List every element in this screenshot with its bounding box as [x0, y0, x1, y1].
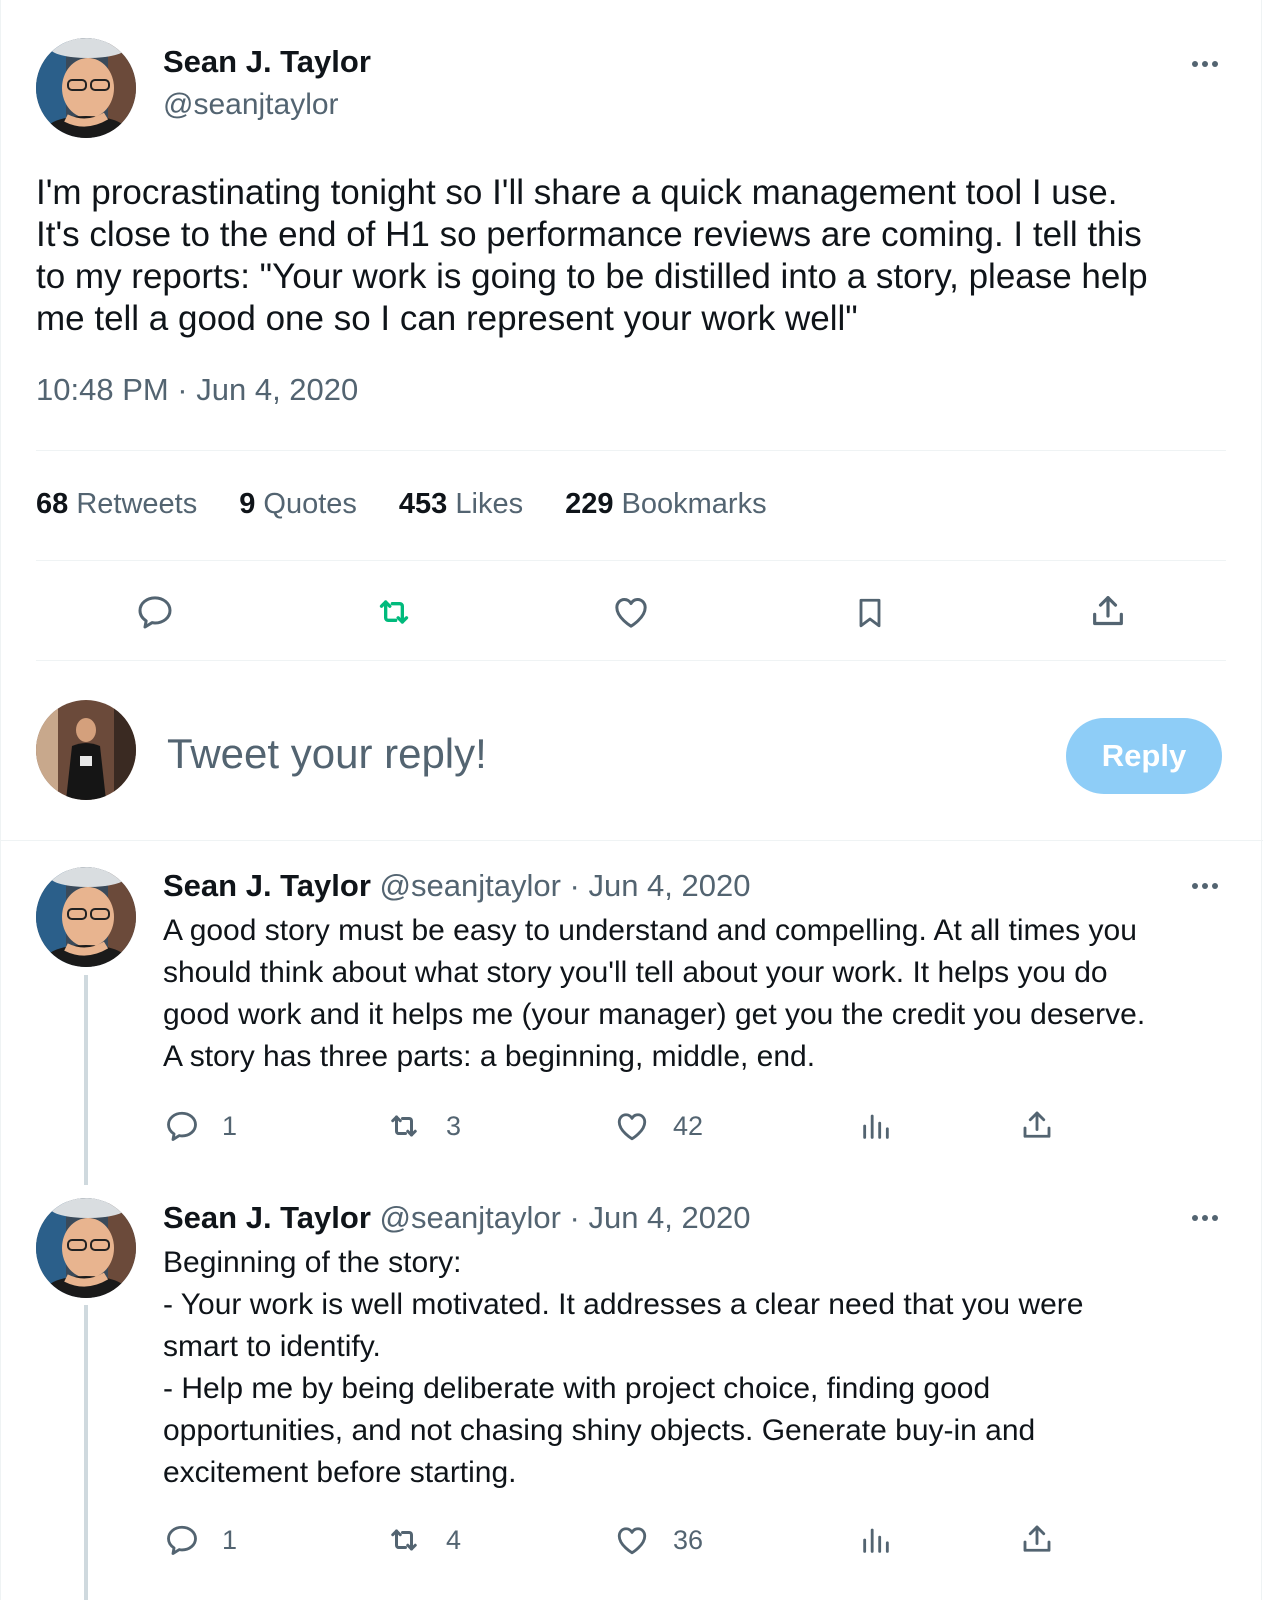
tweet-text: I'm procrastinating tonight so I'll shar…: [36, 173, 1148, 338]
reply-action[interactable]: 1: [164, 1522, 237, 1558]
reply-meta[interactable]: @seanjtaylor · Jun 4, 2020: [380, 868, 751, 903]
share-action[interactable]: [1019, 1106, 1055, 1144]
views-action[interactable]: [859, 1522, 893, 1558]
retweets-label: Retweets: [76, 488, 198, 520]
like-icon: [617, 1113, 647, 1141]
more-options-icon[interactable]: [1187, 876, 1223, 896]
reply-input[interactable]: Tweet your reply!: [167, 730, 487, 778]
reply-header: Sean J. Taylor @seanjtaylor · Jun 4, 202…: [163, 868, 751, 904]
author-avatar[interactable]: [36, 1198, 136, 1298]
reply-header: Sean J. Taylor @seanjtaylor · Jun 4, 202…: [163, 1200, 751, 1236]
author-name[interactable]: Sean J. Taylor: [163, 868, 371, 903]
thread-connector: [84, 975, 88, 1185]
share-icon[interactable]: [1086, 588, 1130, 634]
reply-text: A good story must be easy to understand …: [163, 914, 1146, 1073]
divider: [36, 450, 1226, 451]
reply-action[interactable]: 1: [164, 1108, 237, 1144]
bookmarks-label: Bookmarks: [621, 488, 767, 520]
like-action[interactable]: 36: [613, 1522, 703, 1558]
retweet-icon: [391, 1529, 417, 1551]
more-options-icon[interactable]: [1187, 1208, 1223, 1228]
author-name[interactable]: Sean J. Taylor: [163, 1200, 371, 1235]
current-user-avatar[interactable]: [36, 700, 136, 800]
share-icon: [1023, 1111, 1051, 1138]
reply-count: 1: [222, 1110, 238, 1141]
divider: [1, 840, 1263, 841]
reply-count: 1: [222, 1524, 238, 1555]
divider: [36, 660, 1226, 661]
share-icon: [1023, 1525, 1051, 1552]
quotes-label: Quotes: [263, 488, 357, 520]
quotes-count: 9: [239, 488, 256, 520]
tweet-stats: 68 Retweets 9 Quotes 453 Likes 229 Bookm…: [36, 488, 767, 521]
likes-count: 453: [398, 488, 448, 520]
bookmark-icon[interactable]: [848, 590, 892, 636]
like-count: 42: [673, 1110, 704, 1141]
reply-button[interactable]: Reply: [1066, 718, 1222, 794]
tweet-thread: Sean J. Taylor @seanjtaylor I'm procrast…: [0, 0, 1263, 1600]
retweets-count: 68: [36, 488, 69, 520]
retweet-count: 4: [446, 1524, 462, 1555]
likes-label: Likes: [455, 488, 524, 520]
views-icon: [863, 1528, 889, 1553]
author-handle[interactable]: @seanjtaylor: [163, 88, 339, 122]
author-avatar[interactable]: [36, 38, 136, 138]
like-icon: [617, 1527, 647, 1555]
like-action[interactable]: 42: [613, 1108, 703, 1144]
thread-connector: [84, 1305, 88, 1600]
views-action[interactable]: [859, 1108, 893, 1144]
divider: [36, 560, 1226, 561]
quotes-stat[interactable]: 9 Quotes: [239, 488, 357, 521]
author-name[interactable]: Sean J. Taylor: [163, 44, 371, 80]
retweet-count: 3: [446, 1110, 462, 1141]
views-icon: [863, 1114, 889, 1139]
retweet-icon: [391, 1115, 417, 1137]
retweet-action[interactable]: 4: [384, 1522, 461, 1558]
reply-text: Beginning of the story: - Your work is w…: [163, 1246, 1084, 1489]
share-action[interactable]: [1019, 1520, 1055, 1558]
bookmarks-stat[interactable]: 229 Bookmarks: [565, 488, 767, 521]
more-options-icon[interactable]: [1187, 54, 1223, 74]
retweets-stat[interactable]: 68 Retweets: [36, 488, 197, 521]
retweet-action[interactable]: 3: [384, 1108, 461, 1144]
tweet-timestamp[interactable]: 10:48 PM · Jun 4, 2020: [36, 372, 358, 408]
likes-stat[interactable]: 453 Likes: [399, 488, 523, 521]
author-avatar[interactable]: [36, 867, 136, 967]
reply-icon: [167, 1525, 197, 1555]
reply-icon[interactable]: [133, 590, 177, 634]
like-count: 36: [673, 1524, 704, 1555]
like-icon[interactable]: [609, 590, 653, 634]
retweet-icon[interactable]: [370, 590, 418, 634]
reply-meta[interactable]: @seanjtaylor · Jun 4, 2020: [380, 1200, 751, 1235]
reply-icon: [167, 1111, 197, 1141]
bookmarks-count: 229: [565, 488, 614, 520]
